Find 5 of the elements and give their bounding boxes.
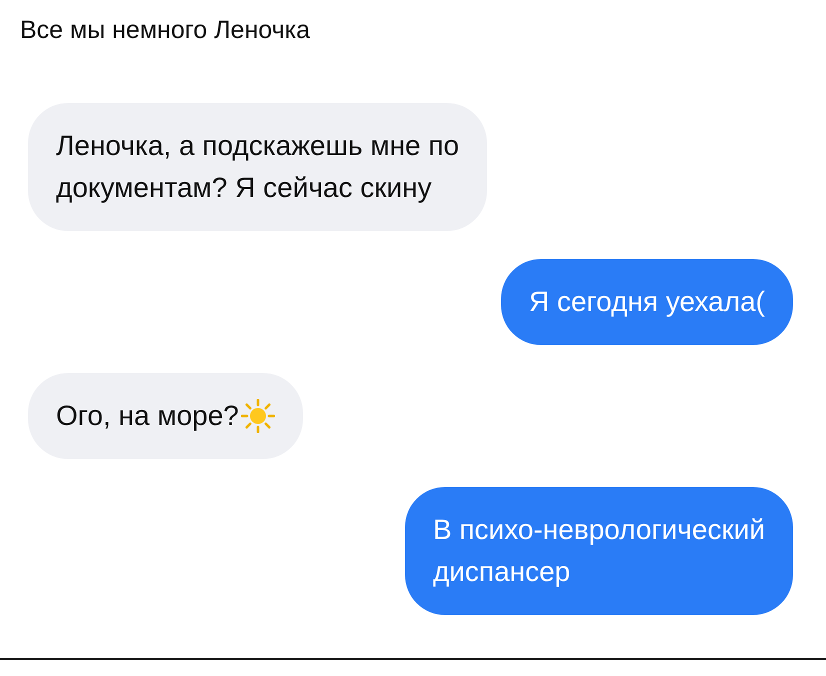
chat-title: Все мы немного Леночка <box>20 16 312 45</box>
outgoing-message: В психо-неврологический диспансер <box>404 487 793 615</box>
message-text: Ого, на море? <box>56 399 239 433</box>
outgoing-message: Я сегодня уехала( <box>500 259 793 345</box>
incoming-message: Леночка, а подскажешь мне по документам? Я сейчас скину <box>28 103 488 231</box>
